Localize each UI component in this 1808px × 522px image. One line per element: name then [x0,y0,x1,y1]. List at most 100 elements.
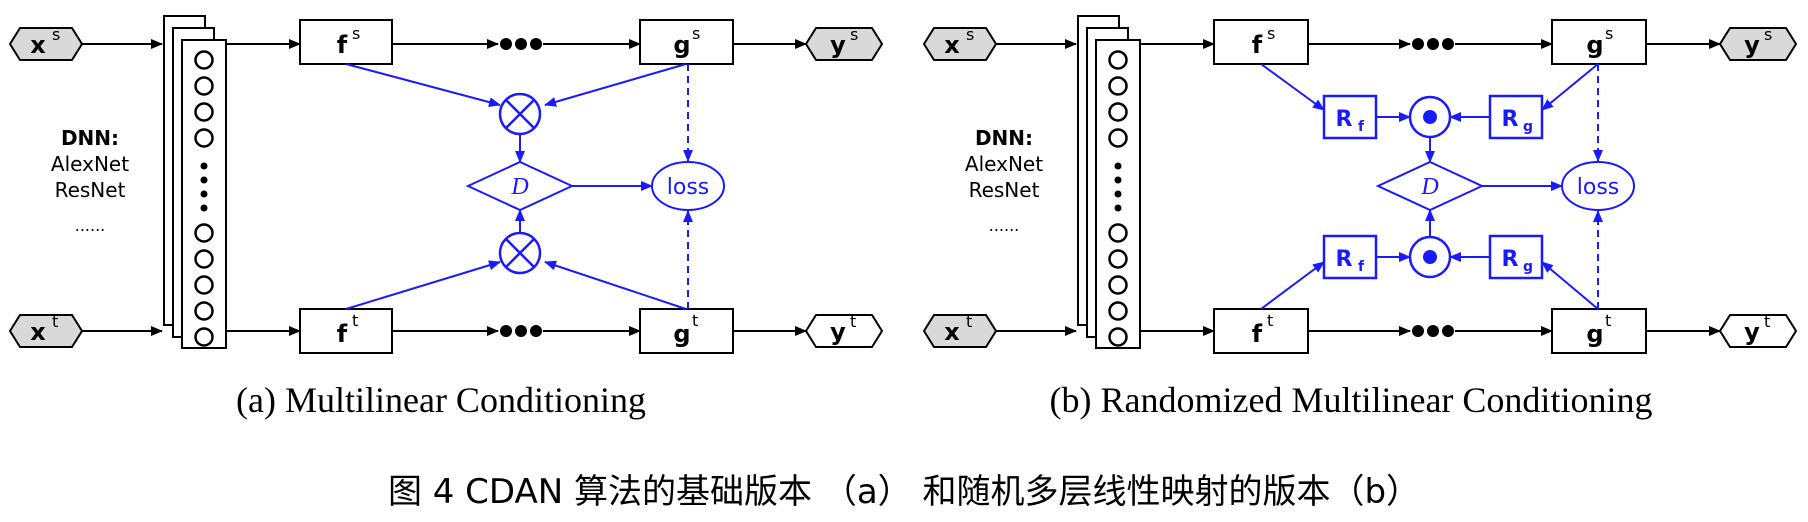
discriminator-label: D [1420,174,1438,200]
feature-source-label: f [1252,31,1263,59]
neuron [1108,249,1128,269]
output-target-sup: t [850,312,856,331]
neuron [1108,128,1128,148]
input-source-label: x [30,31,46,59]
prediction-target-label: g [673,320,690,348]
neuron-ellipsis-dot [1114,190,1122,198]
prediction-source-box: g s [639,19,734,65]
arrow-gt-to-rg-bottom [1541,261,1599,310]
tensor-product-bottom [498,231,542,275]
neuron [194,50,214,70]
ellipsis-dots-source [500,38,542,50]
feature-source-sup: s [1267,24,1275,43]
prediction-target-sup: t [692,311,698,330]
neuron [194,275,214,295]
arrow-gt-to-tensor-bottom [544,260,687,310]
prediction-target-box: g t [639,308,734,354]
dnn-line-alexnet: AlexNet [51,152,129,176]
neuron [1108,275,1128,295]
panel-b: x s x t DNN: AlexNet ResNet ...... f s f… [922,15,1798,420]
figure-caption: 图 4 CDAN 算法的基础版本 （a） 和随机多层线性映射的版本（b） [388,472,1420,512]
random-matrix-rg-bottom: R g [1488,234,1544,280]
output-target-node: y t [1718,312,1798,348]
loss-node: loss [651,161,725,211]
input-source-sup: s [966,25,974,44]
neuron [1108,301,1128,321]
panel-b-caption: (b) Randomized Multilinear Conditioning [1050,380,1653,420]
ellipsis-dots-target [500,325,542,337]
discriminator-label: D [510,174,528,200]
output-target-node: y t [804,312,884,348]
panel-a: x s x t DNN: AlexNet ResNet ...... f s f… [8,15,884,420]
feature-target-box: f t [1213,308,1309,354]
input-target-sup: t [966,312,972,331]
cdan-figure: x s x t DNN: AlexNet ResNet ...... f s f… [8,15,1798,512]
dnn-line-ellipsis: ...... [75,216,106,235]
input-target-sup: t [52,312,58,331]
neuron-ellipsis-dot [1114,204,1122,212]
arrow-fs-to-tensor-top [345,63,501,108]
rg-bottom-label: R [1502,247,1519,272]
loss-label: loss [667,175,710,200]
input-target-label: x [30,318,46,346]
feature-source-box: f s [299,19,393,65]
dnn-line-alexnet: AlexNet [965,152,1043,176]
loss-label: loss [1577,175,1620,200]
neuron-ellipsis-dot [200,176,208,184]
hadamard-product-bottom [1408,235,1452,279]
feature-target-sup: t [1267,311,1273,330]
prediction-target-label: g [1586,320,1603,348]
output-target-label: y [830,318,846,346]
random-matrix-rf-bottom: R f [1322,234,1378,280]
prediction-source-sup: s [1605,24,1613,43]
feature-source-sup: s [352,24,360,43]
neuron [194,128,214,148]
prediction-source-label: g [673,31,690,59]
neuron [194,301,214,321]
neuron-ellipsis-dot [200,190,208,198]
neuron [1108,102,1128,122]
rf-bottom-sub: f [1358,259,1365,275]
dnn-line-resnet: ResNet [55,178,126,202]
output-source-label: y [830,31,846,59]
dnn-layer-stack [1077,15,1141,349]
rf-top-label: R [1336,107,1353,132]
prediction-target-box: g t [1551,308,1647,354]
neuron-ellipsis-dot [200,162,208,170]
prediction-target-sup: t [1605,311,1611,330]
output-source-sup: s [1764,25,1772,44]
neuron [1108,327,1128,347]
dnn-title: DNN: [61,126,119,150]
neuron-ellipsis-dot [200,204,208,212]
input-source-node: x s [8,25,84,61]
neuron [1108,50,1128,70]
neuron [1108,76,1128,96]
rf-bottom-label: R [1336,247,1353,272]
arrow-ft-to-tensor-bottom [345,260,501,310]
prediction-source-label: g [1586,31,1603,59]
input-source-node: x s [922,25,998,61]
arrow-fs-to-rf-top [1260,63,1325,111]
discriminator-node: D [465,160,575,212]
ellipsis-dots-target [1412,325,1454,337]
feature-target-box: f t [299,308,393,354]
input-target-node: x t [922,312,998,348]
feature-target-label: f [1252,320,1263,348]
output-target-sup: t [1764,312,1770,331]
neuron [194,327,214,347]
input-target-node: x t [8,312,84,348]
neuron-ellipsis-dot [1114,176,1122,184]
output-source-sup: s [850,25,858,44]
output-source-node: y s [804,25,884,61]
tensor-product-top [498,92,542,136]
neuron-ellipsis-dot [1114,162,1122,170]
loss-node: loss [1561,161,1635,211]
input-target-label: x [944,318,960,346]
random-matrix-rg-top: R g [1488,94,1544,140]
random-matrix-rf-top: R f [1322,94,1378,140]
dnn-title: DNN: [975,126,1033,150]
feature-source-box: f s [1213,19,1309,65]
neuron [194,223,214,243]
neuron [1108,223,1128,243]
output-source-node: y s [1718,25,1798,61]
